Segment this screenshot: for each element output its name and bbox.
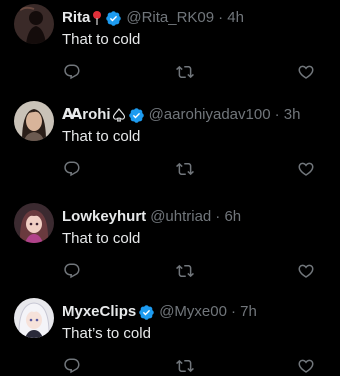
dark-silhouette-avatar-icon xyxy=(14,4,54,44)
action-bar xyxy=(0,62,340,82)
action-bar xyxy=(0,159,340,179)
reply-icon xyxy=(64,263,80,279)
heart-icon xyxy=(298,359,314,373)
handle[interactable]: @uhtriad xyxy=(150,207,211,227)
like-button[interactable] xyxy=(296,159,316,179)
avatar[interactable] xyxy=(14,4,54,44)
repost-button[interactable] xyxy=(175,356,195,376)
action-bar xyxy=(0,261,340,281)
repost-button[interactable] xyxy=(175,261,195,281)
action-bar xyxy=(0,356,340,376)
reply-button[interactable] xyxy=(62,62,82,82)
spade-suit-icon xyxy=(112,108,126,122)
reply-item[interactable]: Lowkeyhurt @uhtriad · 6h That to cold xyxy=(0,203,340,299)
handle[interactable]: @Myxe00 xyxy=(159,302,227,322)
heart-icon xyxy=(298,65,314,79)
avatar[interactable] xyxy=(14,203,54,243)
reply-text: That to cold xyxy=(62,128,141,145)
display-name[interactable]: Lowkeyhurt xyxy=(62,207,146,227)
reply-header: Lowkeyhurt @uhtriad · 6h xyxy=(62,207,332,227)
display-name[interactable]: MyxeClips xyxy=(62,302,136,322)
repost-icon xyxy=(176,264,194,278)
avatar[interactable] xyxy=(14,101,54,141)
reply-icon xyxy=(64,358,80,374)
reply-button[interactable] xyxy=(62,159,82,179)
timestamp[interactable]: · 4h xyxy=(218,8,244,28)
timestamp[interactable]: · 3h xyxy=(275,105,301,125)
avatar[interactable] xyxy=(14,298,54,338)
reply-text: That to cold xyxy=(62,230,141,247)
repost-button[interactable] xyxy=(175,159,195,179)
handle[interactable]: @aarohiyadav100 xyxy=(149,105,271,125)
timestamp[interactable]: · 6h xyxy=(215,207,241,227)
timestamp[interactable]: · 7h xyxy=(231,302,257,322)
verified-badge-icon xyxy=(138,304,155,321)
reply-text: That to cold xyxy=(62,31,141,48)
reply-header: Ꜳrohi @aarohiyadav100 · 3h xyxy=(62,105,332,125)
reply-button[interactable] xyxy=(62,356,82,376)
repost-icon xyxy=(176,359,194,373)
reply-header: MyxeClips @Myxe00 · 7h xyxy=(62,302,332,322)
reply-icon xyxy=(64,161,80,177)
repost-button[interactable] xyxy=(175,62,195,82)
display-name[interactable]: Ꜳrohi xyxy=(62,105,111,125)
like-button[interactable] xyxy=(296,62,316,82)
verified-badge-icon xyxy=(105,10,122,27)
heart-icon xyxy=(298,264,314,278)
display-name[interactable]: Rita xyxy=(62,8,90,28)
reply-text: That’s to cold xyxy=(62,325,151,342)
anime-white-hair-avatar-icon xyxy=(14,298,54,338)
reply-item[interactable]: Ꜳrohi @aarohiyadav100 · 3h That to cold xyxy=(0,101,340,197)
like-button[interactable] xyxy=(296,261,316,281)
portrait-girl-avatar-icon xyxy=(14,101,54,141)
reply-feed: Rita @Rita_RK09 · 4h That to cold Ꜳrohi … xyxy=(0,0,340,376)
repost-icon xyxy=(176,162,194,176)
handle[interactable]: @Rita_RK09 xyxy=(126,8,214,28)
reply-button[interactable] xyxy=(62,261,82,281)
pin-icon xyxy=(91,10,103,26)
reply-header: Rita @Rita_RK09 · 4h xyxy=(62,8,332,28)
verified-badge-icon xyxy=(128,107,145,124)
repost-icon xyxy=(176,65,194,79)
anime-girl-avatar-icon xyxy=(14,203,54,243)
reply-icon xyxy=(64,64,80,80)
reply-item[interactable]: MyxeClips @Myxe00 · 7h That’s to cold xyxy=(0,298,340,376)
heart-icon xyxy=(298,162,314,176)
like-button[interactable] xyxy=(296,356,316,376)
reply-item[interactable]: Rita @Rita_RK09 · 4h That to cold xyxy=(0,4,340,100)
